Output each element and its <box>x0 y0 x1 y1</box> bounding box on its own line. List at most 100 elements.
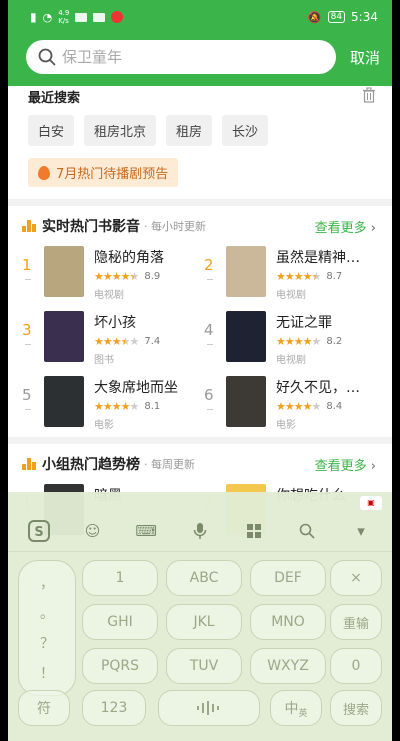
hot-item-category: 电视剧 <box>94 290 124 301</box>
t9-key-label: PQRS <box>100 658 140 674</box>
keyboard-icon[interactable]: ⌨ <box>134 519 158 543</box>
rating-stars-icon: ★★★★★ <box>94 400 139 413</box>
hot-item-title: 隐秘的角落 <box>94 250 164 266</box>
hot-item-score: 8.2 <box>326 336 343 347</box>
reenter-key[interactable]: 重输 <box>330 604 382 640</box>
punctuation-column[interactable]: ， 。 ？ ！ <box>18 560 76 696</box>
t9-key[interactable]: 1 <box>82 560 158 596</box>
recent-chip[interactable]: 租房北京 <box>84 115 157 146</box>
space-key[interactable] <box>158 690 260 726</box>
hot-item[interactable]: 6 好久不见，… ★★★★★ 8.4 电影 <box>204 376 376 431</box>
zero-key[interactable]: 0 <box>330 648 382 684</box>
hot-rank: 1 <box>22 246 44 280</box>
hot-item-title: 无证之罪 <box>276 315 332 331</box>
hot-cover <box>44 376 84 427</box>
hot-rank: 4 <box>204 311 226 345</box>
t9-key[interactable]: PQRS <box>82 648 158 684</box>
t9-key[interactable]: MNO <box>250 604 326 640</box>
search-box[interactable] <box>26 40 336 74</box>
logo-icon[interactable]: S <box>27 519 51 543</box>
rating-stars-icon: ★★★★★ <box>276 270 321 283</box>
signal-icon: ▮ <box>30 10 37 24</box>
rating-stars-icon: ★★★★★ <box>276 335 321 348</box>
group-more-link[interactable]: 查看更多 › <box>315 455 376 474</box>
hot-item-score: 8.7 <box>326 271 343 282</box>
hot-item-category: 电视剧 <box>276 355 306 366</box>
delete-key[interactable]: × <box>330 560 382 596</box>
weibo-icon <box>111 11 124 23</box>
recent-searches: 最近搜索 白安 租房北京 租房 长沙 7月热门待播剧预告 <box>8 87 392 187</box>
hot-item-title: 坏小孩 <box>94 315 136 331</box>
recent-chip[interactable]: 长沙 <box>222 115 269 146</box>
battery-indicator: 84 <box>327 11 346 23</box>
mute-icon: 🔕 <box>307 10 322 24</box>
message-icon <box>93 12 106 22</box>
recent-chip[interactable]: 白安 <box>28 115 75 146</box>
punct-key[interactable]: 。 <box>40 603 54 623</box>
mic-icon[interactable] <box>188 519 212 543</box>
punct-key[interactable]: ， <box>40 573 54 593</box>
search-input[interactable] <box>62 48 302 66</box>
hot-item-title: 好久不见，… <box>276 380 360 396</box>
apps-icon[interactable] <box>242 519 266 543</box>
punct-key[interactable]: ！ <box>40 663 54 683</box>
hot-item[interactable]: 2 虽然是精神… ★★★★★ 8.7 电视剧 <box>204 246 376 301</box>
net-speed: 4.9 <box>58 9 70 17</box>
hot-rank: 3 <box>22 311 44 345</box>
t9-key[interactable]: WXYZ <box>250 648 326 684</box>
rating-stars-icon: ★★★★★ <box>94 270 139 283</box>
t9-key-label: GHI <box>107 614 133 630</box>
t9-key-label: WXYZ <box>267 658 309 674</box>
search-screen: ▮ ◔ 4.9K/s 🔕 84 5:34 取消 最近搜索 白安 <box>8 0 392 741</box>
recent-chip[interactable]: 租房 <box>166 115 213 146</box>
hot-item-title: 虽然是精神… <box>276 250 360 266</box>
lang-main: 中 <box>284 701 299 717</box>
hot-item-score: 8.9 <box>144 271 161 282</box>
trash-icon[interactable] <box>362 87 376 103</box>
cancel-button[interactable]: 取消 <box>350 47 380 68</box>
skin-badge-icon[interactable]: ▣ <box>360 496 382 510</box>
t9-key-label: ABC <box>189 570 219 586</box>
hot-cover <box>44 311 84 362</box>
t9-key[interactable]: GHI <box>82 604 158 640</box>
hot-more-link[interactable]: 查看更多 › <box>315 217 376 236</box>
hot-cover <box>226 246 266 297</box>
symbols-key[interactable]: 符 <box>18 690 70 726</box>
recent-title: 最近搜索 <box>28 91 81 106</box>
t9-key[interactable]: TUV <box>166 648 242 684</box>
language-switch-key[interactable]: 中英 <box>270 690 322 726</box>
t9-key-label: DEF <box>274 570 302 586</box>
t9-key[interactable]: DEF <box>250 560 326 596</box>
collapse-icon[interactable]: ▾ <box>349 519 373 543</box>
punct-key[interactable]: ？ <box>40 633 54 653</box>
lang-sub: 英 <box>298 708 308 719</box>
group-subtitle: · 每周更新 <box>144 458 195 471</box>
clock: 5:34 <box>351 10 378 24</box>
hot-cover <box>226 376 266 427</box>
t9-key[interactable]: JKL <box>166 604 242 640</box>
hot-item-score: 7.4 <box>144 336 161 347</box>
hot-rank: 6 <box>204 376 226 410</box>
t9-key[interactable]: ABC <box>166 560 242 596</box>
hot-item[interactable]: 4 无证之罪 ★★★★★ 8.2 电视剧 <box>204 311 376 366</box>
wifi-icon: ◔ <box>42 10 53 24</box>
numbers-key[interactable]: 123 <box>82 690 146 726</box>
group-header: 小组热门趋势榜 · 每周更新 查看更多 › <box>22 444 376 484</box>
hot-item-title: 大象席地而坐 <box>94 380 178 396</box>
app-header: ▮ ◔ 4.9K/s 🔕 84 5:34 取消 <box>8 0 392 86</box>
hot-item-category: 电影 <box>94 420 114 431</box>
hot-item[interactable]: 1 隐秘的角落 ★★★★★ 8.9 电视剧 <box>22 246 194 301</box>
section-divider <box>8 437 392 444</box>
hot-item[interactable]: 3 坏小孩 ★★★★★ 7.4 图书 <box>22 311 194 366</box>
hot-header: 实时热门书影音 · 每小时更新 查看更多 › <box>22 206 376 246</box>
ime-keyboard: ▣ S ☺ ⌨ ▾ ， 。 ？ ！ × 重输 0 符 123 中英 搜索 1 AB… <box>8 492 392 741</box>
search-icon[interactable] <box>295 519 319 543</box>
chevron-right-icon: › <box>370 220 376 236</box>
voice-wave-icon <box>197 701 219 715</box>
emoji-icon[interactable]: ☺ <box>81 519 105 543</box>
t9-key-label: MNO <box>271 614 305 630</box>
promo-banner[interactable]: 7月热门待播剧预告 <box>28 158 179 187</box>
keyboard-toolbar: S ☺ ⌨ ▾ <box>8 510 392 552</box>
search-key[interactable]: 搜索 <box>330 690 382 726</box>
hot-item[interactable]: 5 大象席地而坐 ★★★★★ 8.1 电影 <box>22 376 194 431</box>
